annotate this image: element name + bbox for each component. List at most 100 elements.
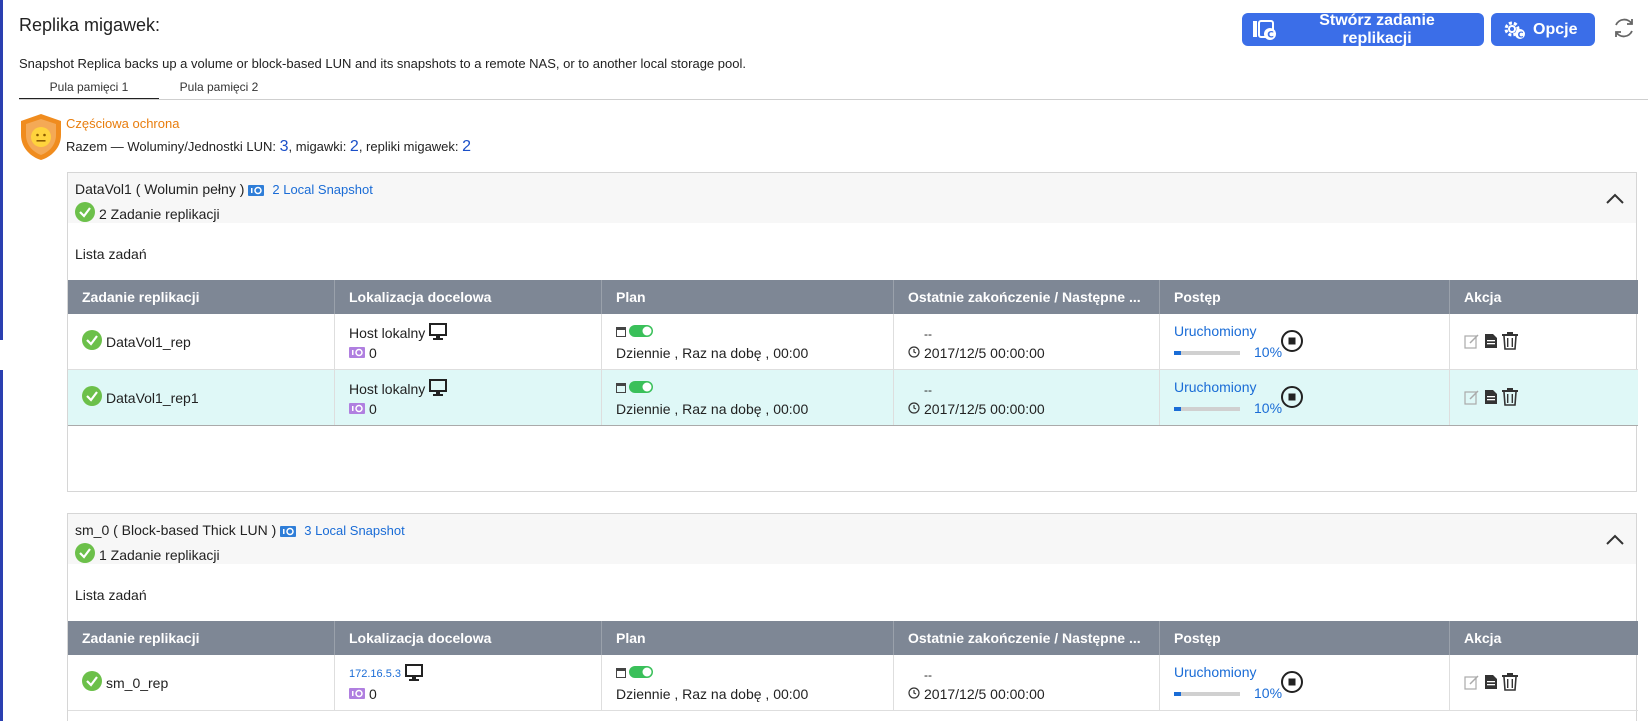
- volume-name: DataVol1 ( Wolumin pełny ): [75, 181, 245, 197]
- replication-task-count: 1 Zadanie replikacji: [99, 546, 220, 563]
- destination-location: Host lokalny: [349, 381, 426, 397]
- edit-icon[interactable]: [1464, 674, 1480, 693]
- job-name: DataVol1_rep: [106, 333, 191, 350]
- next-run: 2017/12/5 00:00:00: [924, 401, 1045, 417]
- left-edge-bar: [0, 0, 3, 721]
- volume-name: sm_0 ( Block-based Thick LUN ): [75, 522, 277, 538]
- task-list-label: Lista zadań: [75, 587, 147, 603]
- snapshot-camera-icon: [349, 345, 365, 361]
- next-run: 2017/12/5 00:00:00: [924, 345, 1045, 361]
- monitor-icon: [405, 664, 423, 684]
- left-edge-notch: [0, 340, 3, 370]
- monitor-icon: [429, 379, 448, 399]
- schedule-toggle[interactable]: [629, 324, 653, 340]
- clock-icon: [908, 345, 920, 361]
- table-header: Zadanie replikacji Lokalizacja docelowa …: [68, 280, 1638, 314]
- column-header[interactable]: Ostatnie zakończenie / Następne ...: [894, 280, 1160, 314]
- progress-bar: [1174, 407, 1240, 411]
- tab-pool-2[interactable]: Pula pamięci 2: [159, 76, 279, 100]
- volume-card-header: sm_0 ( Block-based Thick LUN ) 3 Local S…: [68, 514, 1636, 564]
- check-icon: [82, 330, 102, 353]
- replication-table: Zadanie replikacji Lokalizacja docelowa …: [68, 280, 1638, 492]
- last-completion: --: [924, 383, 932, 397]
- gear-icon: C: [1501, 19, 1527, 41]
- trash-icon[interactable]: [1502, 388, 1518, 409]
- schedule-toggle[interactable]: [629, 665, 653, 681]
- snapshot-camera-icon: [280, 524, 297, 537]
- schedule-text: Dziennie , Raz na dobę , 00:00: [616, 401, 809, 417]
- create-replication-job-label: Stwórz zadanie replikacji: [1319, 11, 1435, 47]
- create-replication-job-button[interactable]: C Stwórz zadanie replikacji: [1242, 11, 1484, 47]
- chevron-up-icon[interactable]: [1606, 191, 1624, 204]
- local-snapshot-link[interactable]: 2 Local Snapshot: [272, 182, 372, 197]
- calendar-icon: [616, 324, 626, 340]
- trash-icon[interactable]: [1502, 332, 1518, 353]
- snapshot-count: 0: [369, 401, 377, 417]
- document-icon[interactable]: [1484, 333, 1498, 352]
- job-status: Uruchomiony: [1174, 323, 1257, 339]
- progress-bar: [1174, 351, 1240, 355]
- chevron-up-icon[interactable]: [1606, 532, 1624, 545]
- task-list-label: Lista zadań: [75, 246, 147, 262]
- progress-bar: [1174, 692, 1240, 696]
- document-icon[interactable]: [1484, 674, 1498, 693]
- last-completion: --: [924, 327, 932, 341]
- job-name: sm_0_rep: [106, 674, 169, 691]
- column-header[interactable]: Plan: [602, 621, 894, 655]
- stop-icon[interactable]: [1280, 385, 1304, 409]
- trash-icon[interactable]: [1502, 673, 1518, 694]
- table-empty-area: [68, 426, 1638, 492]
- totals-prefix: Razem — Woluminy/Jednostki LUN:: [66, 139, 280, 154]
- app-window: Replika migawek: Snapshot Replica backs …: [0, 0, 1648, 721]
- table-row[interactable]: DataVol1_rep Host lokalny 0 Dziennie , R…: [68, 314, 1638, 370]
- next-run: 2017/12/5 00:00:00: [924, 686, 1045, 702]
- clock-icon: [908, 686, 920, 702]
- edit-icon[interactable]: [1464, 333, 1480, 352]
- column-header[interactable]: Postęp: [1160, 280, 1450, 314]
- check-icon: [75, 543, 95, 566]
- calendar-icon: [616, 665, 626, 681]
- job-status: Uruchomiony: [1174, 664, 1257, 680]
- table-row[interactable]: sm_0_rep 172.16.5.3 0 Dziennie , Raz na …: [68, 655, 1638, 711]
- snapshot-camera-icon: [349, 686, 365, 702]
- check-icon: [82, 386, 102, 409]
- document-icon[interactable]: [1484, 389, 1498, 408]
- snapshot-camera-icon: [248, 183, 265, 196]
- column-header[interactable]: Akcja: [1450, 621, 1638, 655]
- edit-icon[interactable]: [1464, 389, 1480, 408]
- tab-pool-1[interactable]: Pula pamięci 1: [19, 76, 159, 100]
- last-completion: --: [924, 668, 932, 682]
- progress-fill: [1174, 407, 1181, 411]
- schedule-text: Dziennie , Raz na dobę , 00:00: [616, 686, 809, 702]
- schedule-text: Dziennie , Raz na dobę , 00:00: [616, 345, 809, 361]
- column-header[interactable]: Plan: [602, 280, 894, 314]
- column-header[interactable]: Lokalizacja docelowa: [335, 621, 602, 655]
- snapshot-camera-icon: [349, 401, 365, 417]
- refresh-icon[interactable]: [1612, 16, 1636, 40]
- schedule-toggle[interactable]: [629, 380, 653, 396]
- snapshots-label: , migawki:: [288, 139, 350, 154]
- column-header[interactable]: Zadanie replikacji: [68, 621, 335, 655]
- column-header[interactable]: Ostatnie zakończenie / Następne ...: [894, 621, 1160, 655]
- column-header[interactable]: Akcja: [1450, 280, 1638, 314]
- job-status: Uruchomiony: [1174, 379, 1257, 395]
- column-header[interactable]: Postęp: [1160, 621, 1450, 655]
- table-header: Zadanie replikacji Lokalizacja docelowa …: [68, 621, 1638, 655]
- volume-card-header: DataVol1 ( Wolumin pełny ) 2 Local Snaps…: [68, 173, 1636, 223]
- volume-card: DataVol1 ( Wolumin pełny ) 2 Local Snaps…: [67, 172, 1638, 492]
- options-button[interactable]: C Opcje: [1491, 13, 1595, 46]
- stop-icon[interactable]: [1280, 329, 1304, 353]
- replication-task-icon: C: [1252, 19, 1278, 41]
- destination-ip-link[interactable]: 172.16.5.3: [349, 668, 401, 680]
- protection-status: Częściowa ochrona: [66, 116, 180, 131]
- column-header[interactable]: Lokalizacja docelowa: [335, 280, 602, 314]
- clock-icon: [908, 401, 920, 417]
- stop-icon[interactable]: [1280, 670, 1304, 694]
- pool-tabs: Pula pamięci 1 Pula pamięci 2: [19, 76, 279, 100]
- replicas-count: 2: [462, 138, 472, 155]
- protection-totals: Razem — Woluminy/Jednostki LUN: 3, migaw…: [66, 138, 471, 156]
- calendar-icon: [616, 380, 626, 396]
- local-snapshot-link[interactable]: 3 Local Snapshot: [304, 523, 404, 538]
- column-header[interactable]: Zadanie replikacji: [68, 280, 335, 314]
- table-row[interactable]: DataVol1_rep1 Host lokalny 0 Dziennie , …: [68, 370, 1638, 426]
